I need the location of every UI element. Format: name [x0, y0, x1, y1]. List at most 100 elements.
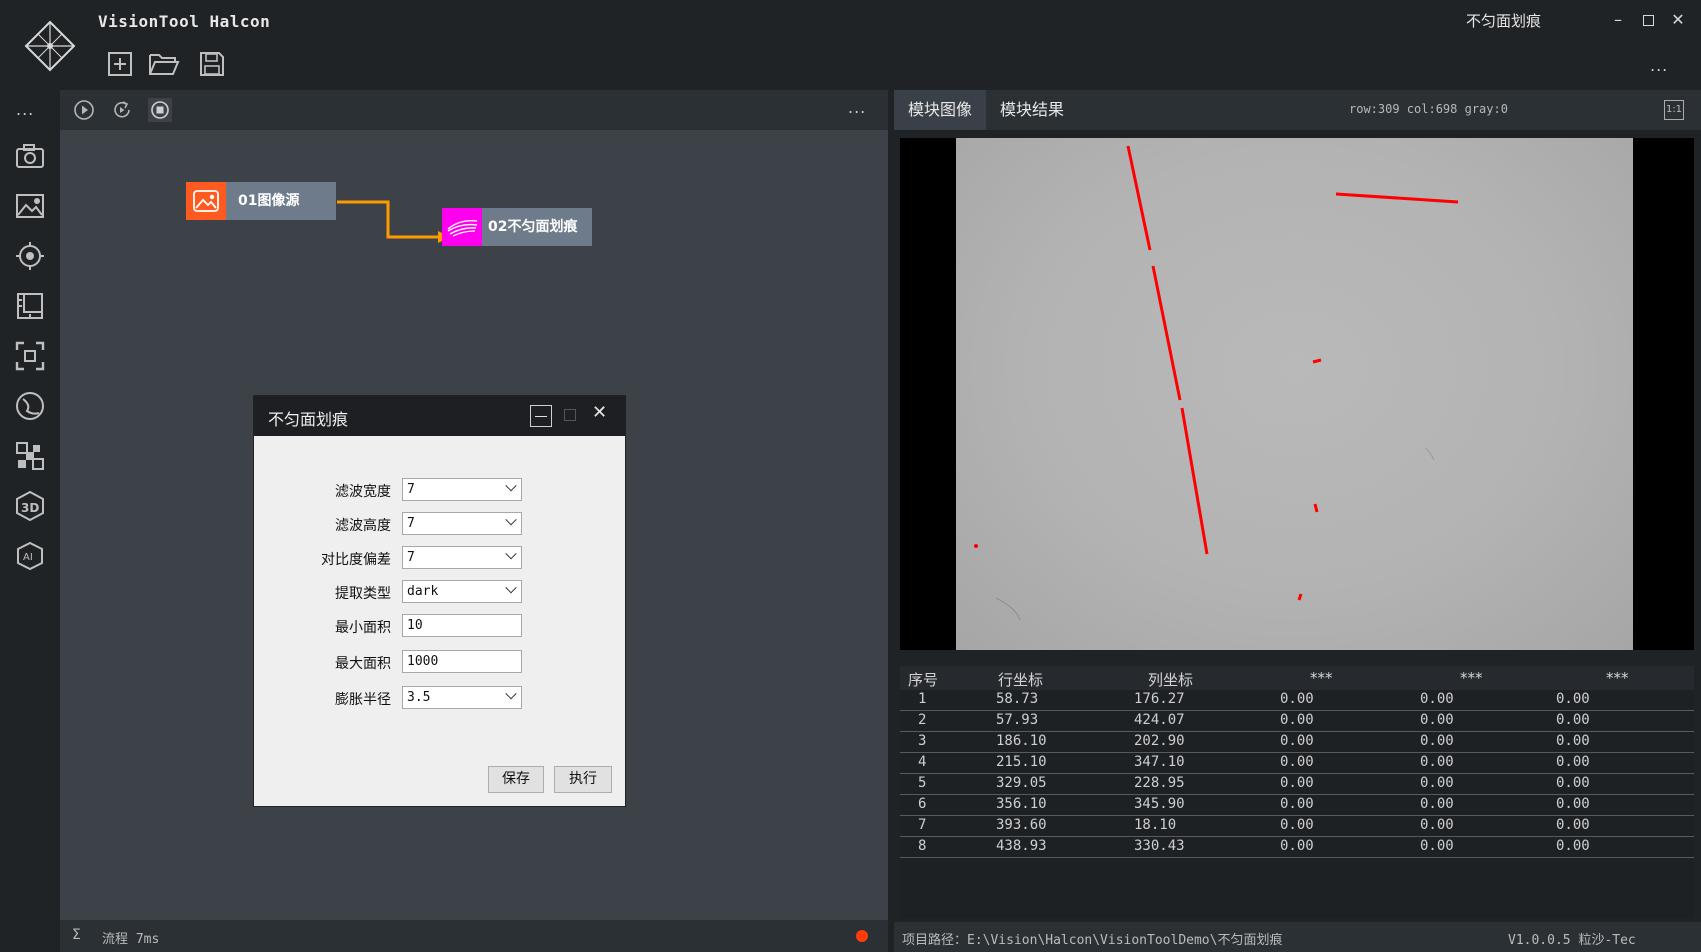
table-row[interactable]: 6 356.10 345.90 0.00 0.00 0.00 [900, 795, 1694, 816]
flow-timing: 流程 7ms [102, 932, 160, 947]
table-row[interactable]: 4 215.10 347.10 0.00 0.00 0.00 [900, 753, 1694, 774]
table-cell: 393.60 [996, 817, 1047, 833]
version-label: V1.0.0.5 粒沙-Tec [1508, 933, 1636, 948]
select-value: dark [407, 584, 439, 599]
table-cell: 58.73 [996, 691, 1039, 707]
table-cell: 0.00 [1420, 733, 1454, 749]
tab-module-image[interactable]: 模块图像 [894, 90, 987, 130]
dialog-minimize-button[interactable] [530, 405, 552, 427]
execute-button[interactable]: 执行 [554, 766, 612, 793]
dialog-close-button[interactable]: ✕ [592, 402, 607, 423]
table-cell: 0.00 [1280, 691, 1314, 707]
filter-height-select[interactable]: 7 [402, 512, 522, 535]
close-button[interactable]: ✕ [1664, 8, 1692, 32]
open-folder-button[interactable] [148, 48, 180, 80]
min-area-input[interactable]: 10 [402, 614, 522, 637]
sidebar-item-focus[interactable] [14, 340, 46, 372]
table-cell: 1 [918, 691, 927, 707]
pixel-readout: row:309 col:698 gray:0 [1349, 102, 1508, 116]
table-cell: 202.90 [1134, 733, 1185, 749]
chevron-down-icon [505, 480, 517, 492]
table-row[interactable]: 1 58.73 176.27 0.00 0.00 0.00 [900, 690, 1694, 711]
table-cell: 176.27 [1134, 691, 1185, 707]
table-cell: 0.00 [1420, 796, 1454, 812]
result-table: 序号 行坐标 列坐标 *** *** *** 1 58.73 176.27 0.00 0… [900, 666, 1694, 918]
loop-run-button[interactable] [110, 98, 134, 122]
table-cell: 0.00 [1280, 754, 1314, 770]
table-cell: 0.00 [1556, 796, 1590, 812]
sidebar-item-target[interactable] [14, 240, 46, 272]
flow-node-scratch-detect[interactable]: 02不匀面划痕 [442, 208, 592, 246]
app-title: VisionTool Halcon [98, 12, 271, 31]
contrast-deviation-select[interactable]: 7 [402, 546, 522, 569]
table-row[interactable]: 5 329.05 228.95 0.00 0.00 0.00 [900, 774, 1694, 795]
sidebar-item-3d[interactable]: 3D [14, 490, 46, 522]
flow-node-image-source[interactable]: 01图像源 [186, 182, 336, 220]
col-header-row: 行坐标 [998, 671, 1044, 689]
col-header-extra-3: *** [1606, 669, 1629, 687]
table-cell: 0.00 [1556, 775, 1590, 791]
table-cell: 0.00 [1556, 838, 1590, 854]
sidebar-item-image-settings[interactable] [14, 190, 46, 222]
sidebar-item-pattern[interactable] [14, 440, 46, 472]
sidebar-item-camera[interactable] [14, 140, 46, 172]
select-value: 7 [407, 482, 415, 497]
extract-type-select[interactable]: dark [402, 580, 522, 603]
maximize-button[interactable] [1634, 8, 1662, 32]
table-cell: 0.00 [1420, 691, 1454, 707]
param-label: 最大面积 [335, 656, 391, 672]
save-params-button[interactable]: 保存 [488, 766, 544, 793]
app-window: VisionTool Halcon 不匀面划痕 – ✕ ... ... 3D A… [0, 0, 1701, 952]
param-row-filter-width: 滤波宽度 7 [254, 478, 625, 502]
max-area-input[interactable]: 1000 [402, 650, 522, 673]
stop-button[interactable] [148, 98, 172, 122]
chevron-down-icon [505, 548, 517, 560]
table-row[interactable]: 3 186.10 202.90 0.00 0.00 0.00 [900, 732, 1694, 753]
project-path: 项目路径：E:\Vision\Halcon\VisionToolDemo\不匀面… [902, 933, 1283, 948]
table-cell: 0.00 [1280, 817, 1314, 833]
chevron-down-icon [505, 688, 517, 700]
sigma-icon: Σ [72, 927, 81, 943]
table-cell: 5 [918, 775, 927, 791]
table-cell: 0.00 [1420, 817, 1454, 833]
focus-frame-icon [15, 341, 45, 371]
actual-size-button[interactable]: 1:1 [1664, 100, 1684, 120]
more-menu-button[interactable]: ... [1650, 56, 1668, 75]
loop-icon [114, 101, 130, 118]
flow-toolbar [60, 90, 888, 130]
sidebar-item-curve[interactable] [14, 390, 46, 422]
table-cell: 0.00 [1556, 754, 1590, 770]
table-cell: 0.00 [1420, 838, 1454, 854]
param-row-extract-type: 提取类型 dark [254, 580, 625, 604]
new-file-button[interactable] [104, 48, 136, 80]
tab-module-result[interactable]: 模块结果 [986, 90, 1078, 130]
save-button[interactable] [196, 48, 228, 80]
param-row-max-area: 最大面积 1000 [254, 650, 625, 674]
sidebar-item-ai[interactable]: AI [14, 540, 46, 572]
table-cell: 438.93 [996, 838, 1047, 854]
table-cell: 2 [918, 712, 927, 728]
image-viewer[interactable] [900, 138, 1694, 650]
sidebar-item-measure[interactable] [14, 290, 46, 322]
table-row[interactable]: 7 393.60 18.10 0.00 0.00 0.00 [900, 816, 1694, 837]
table-row[interactable]: 2 57.93 424.07 0.00 0.00 0.00 [900, 711, 1694, 732]
table-cell: 57.93 [996, 712, 1039, 728]
minimize-button[interactable]: – [1604, 8, 1632, 32]
dilation-radius-select[interactable]: 3.5 [402, 686, 522, 709]
select-value: 3.5 [407, 690, 431, 705]
dialog-titlebar[interactable]: 不匀面划痕 ✕ [254, 396, 625, 436]
flow-more-button[interactable]: ... [848, 98, 866, 117]
param-label: 最小面积 [335, 620, 391, 636]
param-label: 滤波宽度 [335, 484, 391, 500]
save-icon [200, 52, 224, 76]
run-button[interactable] [72, 98, 96, 122]
table-cell: 330.43 [1134, 838, 1185, 854]
svg-text:AI: AI [23, 552, 33, 563]
dialog-maximize-button[interactable] [564, 409, 576, 421]
param-label: 滤波高度 [335, 518, 391, 534]
sidebar-more-button[interactable]: ... [16, 100, 34, 119]
table-cell: 329.05 [996, 775, 1047, 791]
filter-width-select[interactable]: 7 [402, 478, 522, 501]
table-row[interactable]: 8 438.93 330.43 0.00 0.00 0.00 [900, 837, 1694, 858]
curve-icon [16, 392, 44, 420]
